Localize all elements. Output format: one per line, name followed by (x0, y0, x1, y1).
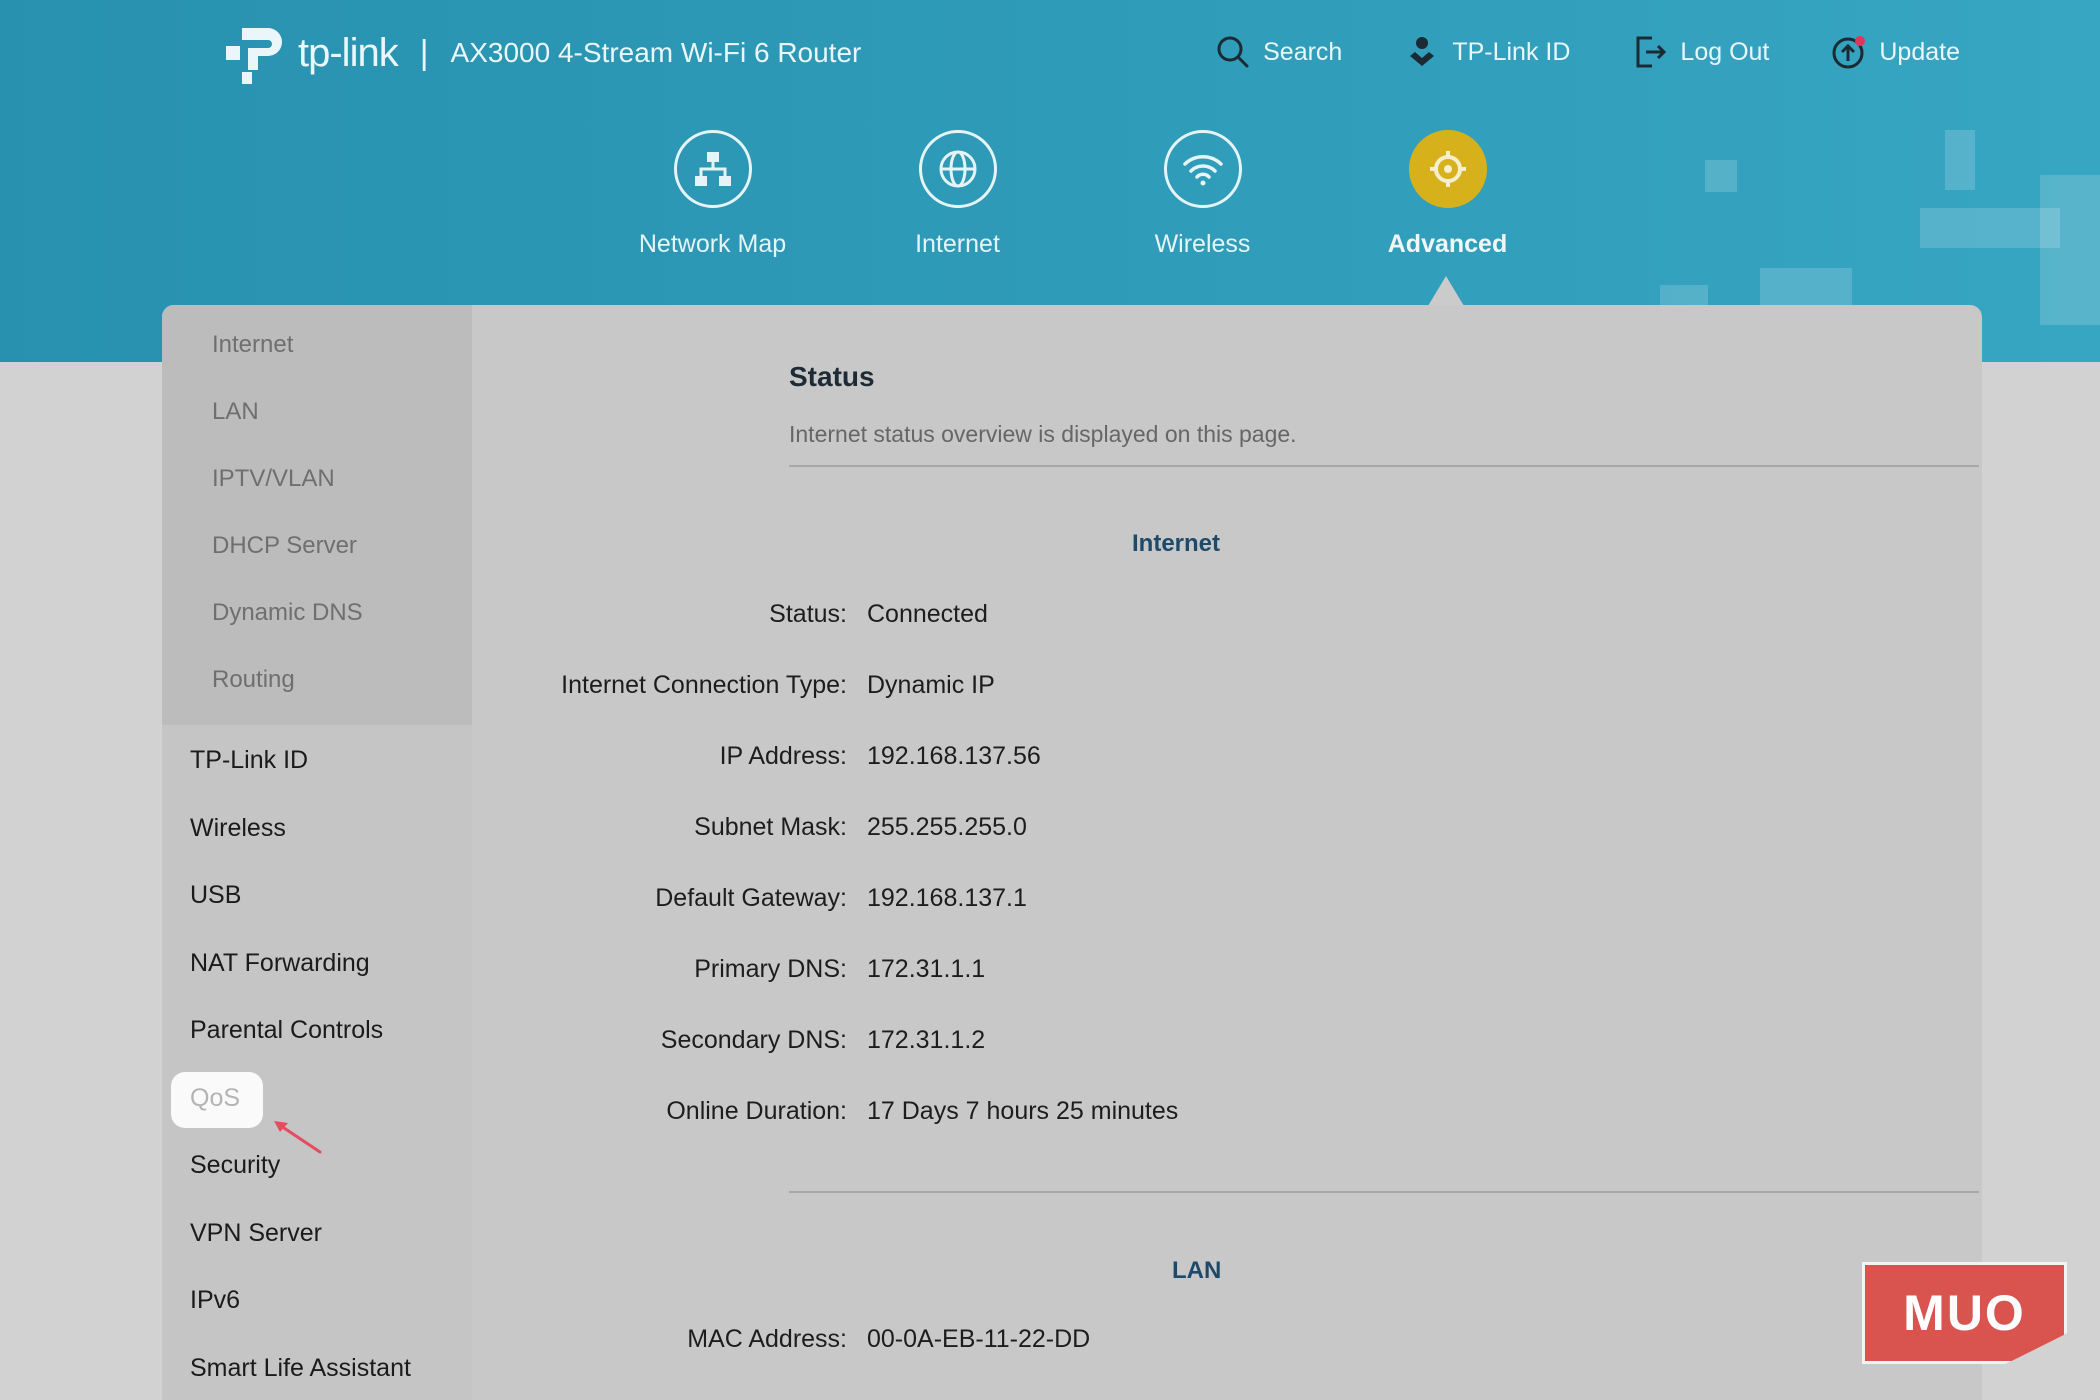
field-value: 172.31.1.2 (867, 1026, 986, 1054)
annotation-arrow-icon (274, 1121, 322, 1154)
field-value: 192.168.137.56 (867, 742, 1041, 770)
router-model: AX3000 4-Stream Wi-Fi 6 Router (450, 37, 862, 68)
field-label: Default Gateway: (655, 884, 847, 912)
page-description: Internet status overview is displayed on… (789, 421, 1297, 447)
nav-label: Advanced (1387, 230, 1508, 258)
field-label: Subnet Mask: (694, 813, 847, 841)
gear-icon (1408, 130, 1487, 208)
field-label: Primary DNS: (694, 955, 847, 983)
section-title-internet: Internet (1132, 530, 1221, 557)
sidebar-submenu: Internet LAN IPTV/VLAN DHCP Server Dynam… (162, 305, 472, 725)
top-links: Search TP-Link ID Log Out Update (1215, 34, 1960, 70)
decor-shape (1945, 130, 1975, 190)
logo-text: tp-link (298, 30, 399, 75)
logout-icon (1636, 36, 1667, 68)
tplink-id-link[interactable]: TP-Link ID (1404, 34, 1570, 70)
status-row: Default Gateway: 192.168.137.1 (627, 884, 1927, 924)
submenu-item-iptv-vlan[interactable]: IPTV/VLAN (162, 453, 472, 520)
field-label: MAC Address: (687, 1325, 847, 1353)
field-label: Secondary DNS: (660, 1026, 847, 1054)
sidebar-item-wireless[interactable]: Wireless (162, 801, 472, 869)
sidebar-item-smart-life-assistant[interactable]: Smart Life Assistant (162, 1341, 472, 1400)
decor-shape (2040, 175, 2100, 325)
wifi-icon (1163, 130, 1242, 208)
muo-watermark: MUO (1862, 1262, 2067, 1364)
sidebar-item-nat-forwarding[interactable]: NAT Forwarding (162, 936, 472, 1004)
update-label: Update (1879, 37, 1960, 66)
submenu-item-internet[interactable]: Internet (162, 319, 472, 386)
field-value: 17 Days 7 hours 25 minutes (867, 1097, 1179, 1125)
tplink-id-label: TP-Link ID (1452, 37, 1571, 66)
submenu-item-dynamic-dns[interactable]: Dynamic DNS (162, 587, 472, 654)
field-value: Dynamic IP (867, 671, 995, 699)
search-link[interactable]: Search (1215, 34, 1342, 70)
page-title: Status (789, 361, 875, 392)
nav-label: Wireless (1154, 230, 1251, 258)
field-label: Online Duration: (666, 1097, 847, 1125)
decor-shape (1705, 160, 1737, 192)
divider (789, 1191, 1979, 1193)
field-value: Connected (867, 600, 988, 628)
divider (789, 465, 1979, 467)
nav-label: Network Map (638, 230, 787, 258)
brand: tp-link | AX3000 4-Stream Wi-Fi 6 Router (224, 20, 861, 86)
tplink-logo-icon (224, 20, 290, 86)
sidebar-item-usb[interactable]: USB (162, 868, 472, 936)
sidebar-item-ipv6[interactable]: IPv6 (162, 1273, 472, 1341)
status-row: Online Duration: 17 Days 7 hours 25 minu… (627, 1097, 1927, 1137)
field-label: Internet Connection Type: (561, 671, 847, 699)
update-icon (1832, 36, 1866, 69)
logout-label: Log Out (1680, 37, 1770, 66)
status-row: Primary DNS: 172.31.1.1 (627, 955, 1927, 995)
status-row: MAC Address: 00-0A-EB-11-22-DD (627, 1325, 1927, 1365)
nav-wireless[interactable]: Wireless (1080, 130, 1325, 259)
brand-separator: | (419, 33, 429, 72)
status-row: Subnet Mask: 255.255.255.0 (627, 813, 1927, 853)
active-nav-caret (1428, 276, 1464, 306)
tplink-id-icon (1410, 37, 1435, 66)
network-map-icon (673, 130, 752, 208)
sidebar: Internet LAN IPTV/VLAN DHCP Server Dynam… (162, 305, 472, 1400)
search-icon (1217, 36, 1249, 68)
field-label: Status: (769, 600, 847, 628)
globe-icon (918, 130, 997, 208)
decor-shape (1920, 208, 2060, 248)
main-nav: Network Map Internet Wireless Advanced (590, 130, 1570, 259)
nav-label: Internet (915, 230, 1000, 258)
status-row: Secondary DNS: 172.31.1.2 (627, 1026, 1927, 1066)
submenu-item-dhcp-server[interactable]: DHCP Server (162, 520, 472, 587)
field-label: IP Address: (719, 742, 847, 770)
submenu-item-lan[interactable]: LAN (162, 386, 472, 453)
sidebar-item-tplink-id[interactable]: TP-Link ID (162, 733, 472, 801)
sidebar-item-parental-controls[interactable]: Parental Controls (162, 1003, 472, 1071)
submenu-item-routing[interactable]: Routing (162, 654, 472, 721)
update-link[interactable]: Update (1831, 34, 1960, 70)
field-value: 255.255.255.0 (867, 813, 1027, 841)
sidebar-menu: TP-Link ID Wireless USB NAT Forwarding P… (162, 725, 472, 1400)
field-value: 172.31.1.1 (867, 955, 986, 983)
status-row: Status: Connected (627, 600, 1927, 640)
logout-link[interactable]: Log Out (1632, 34, 1769, 70)
field-value: 00-0A-EB-11-22-DD (867, 1325, 1091, 1353)
nav-advanced[interactable]: Advanced (1325, 130, 1570, 259)
section-title-lan: LAN (1172, 1257, 1222, 1284)
sidebar-item-vpn-server[interactable]: VPN Server (162, 1206, 472, 1274)
main-panel: Internet LAN IPTV/VLAN DHCP Server Dynam… (162, 305, 1982, 1400)
search-label: Search (1263, 37, 1343, 66)
field-value: 192.168.137.1 (867, 884, 1027, 912)
nav-network-map[interactable]: Network Map (590, 130, 835, 259)
sidebar-item-label: QoS (190, 1083, 241, 1112)
status-row: Internet Connection Type: Dynamic IP (561, 671, 1927, 711)
nav-internet[interactable]: Internet (835, 130, 1080, 259)
status-row: IP Address: 192.168.137.56 (627, 742, 1927, 782)
